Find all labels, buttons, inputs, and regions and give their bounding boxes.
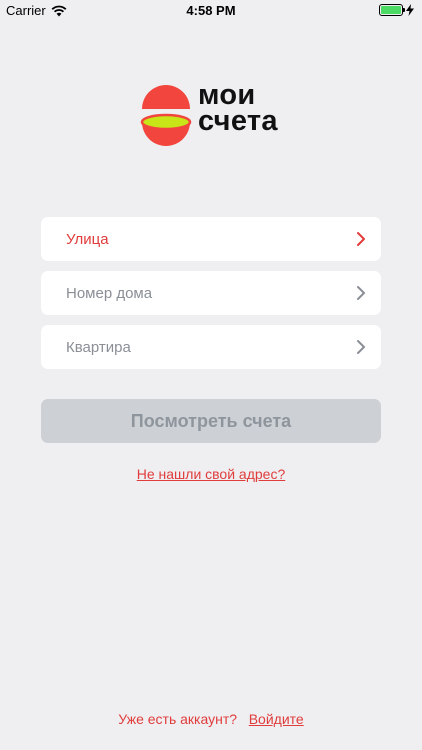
house-number-field[interactable]: Номер дома: [41, 271, 381, 315]
battery-icon: [379, 4, 405, 16]
battery-fill: [381, 6, 401, 14]
have-account-text: Уже есть аккаунт?: [118, 711, 238, 727]
apartment-field-label: Квартира: [66, 338, 131, 356]
street-field[interactable]: Улица: [41, 217, 381, 261]
chevron-right-icon: [357, 286, 365, 300]
login-prompt: Уже есть аккаунт? Войдите: [0, 711, 422, 727]
login-link[interactable]: Войдите: [249, 711, 304, 727]
status-time: 4:58 PM: [186, 3, 236, 18]
address-not-found-link[interactable]: Не нашли свой адрес?: [137, 466, 286, 482]
status-bar: Carrier 4:58 PM: [0, 0, 422, 22]
app-screen: Carrier 4:58 PM мои счета Улица Номер до…: [0, 0, 422, 750]
chevron-right-icon: [357, 232, 365, 246]
status-right: [379, 4, 414, 16]
chevron-right-icon: [357, 340, 365, 354]
charging-bolt-icon: [406, 4, 414, 16]
address-not-found-row: Не нашли свой адрес?: [0, 466, 422, 482]
view-bills-button[interactable]: Посмотреть счета: [41, 399, 381, 443]
house-number-field-label: Номер дома: [66, 284, 153, 302]
logo-mark-icon: [140, 85, 192, 146]
app-logo: мои счета: [140, 76, 290, 150]
logo-text: мои счета: [198, 81, 278, 137]
street-field-label: Улица: [66, 230, 109, 248]
logo-line-2: счета: [198, 105, 278, 137]
apartment-field[interactable]: Квартира: [41, 325, 381, 369]
